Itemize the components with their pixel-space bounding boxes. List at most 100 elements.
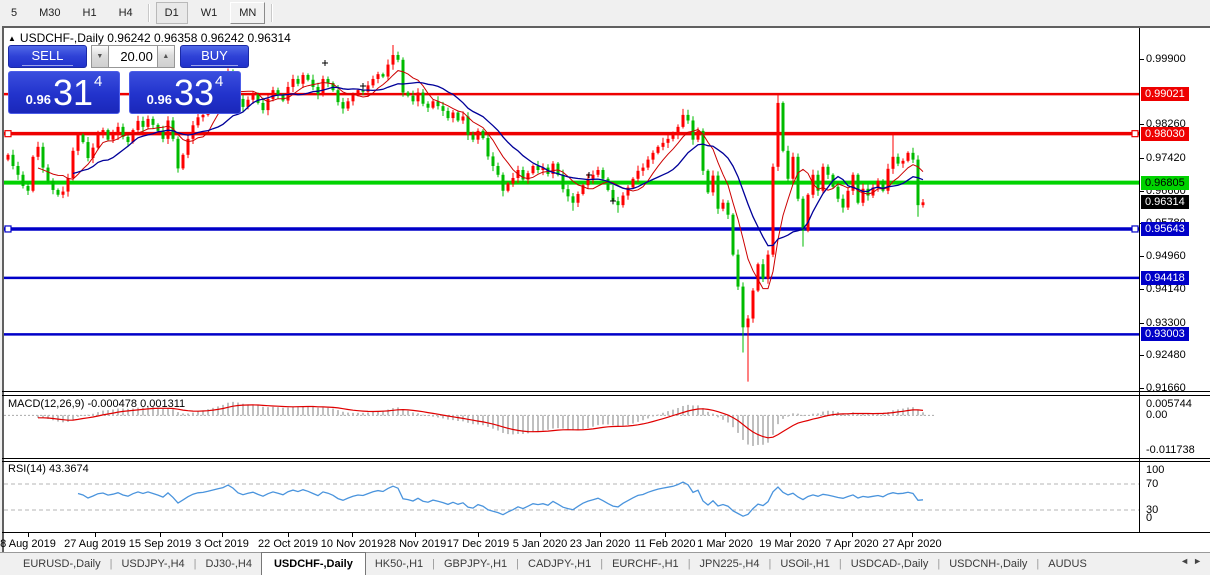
- chart-tab-cadjpy-h1[interactable]: CADJPY-,H1: [519, 553, 600, 575]
- timeframe-button-h4[interactable]: H4: [110, 2, 142, 24]
- ask-price-pip: 4: [215, 73, 223, 90]
- buy-button-label: BUY: [191, 48, 238, 66]
- buy-button[interactable]: BUY: [180, 45, 249, 68]
- price-axis-label: 0.92480: [1146, 349, 1186, 361]
- one-click-trade-panel: SELL ▼ ▲ BUY 0.96 31 4 0.96 33 4: [8, 45, 249, 114]
- timeframe-toolbar: 5M30H1H4 D1W1MN: [0, 0, 1210, 25]
- date-axis-label: 23 Jan 2020: [570, 538, 631, 550]
- price-level-badge: 0.95643: [1141, 222, 1189, 236]
- chart-tab-usoil-h1[interactable]: USOil-,H1: [771, 553, 839, 575]
- symbol-period-label: USDCHF-,Daily: [20, 31, 104, 45]
- date-axis-label: 3 Oct 2019: [195, 538, 249, 550]
- toolbar-separator: [271, 4, 273, 22]
- rsi-axis-label: 100: [1146, 464, 1164, 476]
- time-axis-line: [2, 532, 1210, 533]
- date-axis-label: 1 Mar 2020: [697, 538, 753, 550]
- toolbar-separator: [148, 4, 150, 22]
- panel-separator[interactable]: [2, 458, 1210, 459]
- date-axis-label: 22 Oct 2019: [258, 538, 318, 550]
- date-axis-label: 8 Aug 2019: [0, 538, 56, 550]
- macd-label: MACD(12,26,9) -0.000478 0.001311: [8, 398, 185, 410]
- bid-price-pip: 4: [94, 73, 102, 90]
- chart-tab-eurchf-h1[interactable]: EURCHF-,H1: [603, 553, 688, 575]
- volume-decrease-button[interactable]: ▼: [91, 45, 109, 68]
- date-axis-label: 7 Apr 2020: [825, 538, 878, 550]
- chart-tab-eurusd-daily[interactable]: EURUSD-,Daily: [14, 553, 110, 575]
- price-axis-tick: [1139, 191, 1144, 192]
- date-axis-tick: [852, 533, 853, 537]
- price-axis-tick: [1139, 158, 1144, 159]
- sell-button[interactable]: SELL: [8, 45, 87, 68]
- chart-tab-usdcad-daily[interactable]: USDCAD-,Daily: [842, 553, 938, 575]
- chart-title: ▲USDCHF-,Daily 0.96242 0.96358 0.96242 0…: [8, 31, 291, 45]
- price-axis-tick: [1139, 256, 1144, 257]
- price-axis-tick: [1139, 388, 1144, 389]
- current-price-badge: 0.96314: [1141, 195, 1189, 209]
- chart-tab-dj30-h4[interactable]: DJ30-,H4: [197, 553, 261, 575]
- chart-tab-usdcnh-daily[interactable]: USDCNH-,Daily: [940, 553, 1036, 575]
- price-axis-label: 0.99900: [1146, 53, 1186, 65]
- ohlc-open: 0.96242: [107, 31, 150, 45]
- timeframe-button-d1[interactable]: D1: [156, 2, 188, 24]
- bid-quote-button[interactable]: 0.96 31 4: [8, 71, 120, 114]
- rsi-panel-canvas[interactable]: [4, 462, 1139, 531]
- date-axis-label: 11 Feb 2020: [635, 538, 696, 550]
- price-axis-label: 0.94960: [1146, 250, 1186, 262]
- chart-tab-gbpjpy-h1[interactable]: GBPJPY-,H1: [435, 553, 516, 575]
- price-level-badge: 0.99021: [1141, 87, 1189, 101]
- tab-scroll-left-icon[interactable]: ◄: [1180, 556, 1193, 566]
- date-axis-tick: [160, 533, 161, 537]
- timeframe-button-m30[interactable]: M30: [30, 2, 69, 24]
- date-axis-tick: [790, 533, 791, 537]
- rsi-axis-label: 70: [1146, 478, 1158, 490]
- price-level-badge: 0.93003: [1141, 327, 1189, 341]
- date-axis-tick: [725, 533, 726, 537]
- price-level-badge: 0.94418: [1141, 271, 1189, 285]
- bid-price-prefix: 0.96: [26, 92, 51, 107]
- tab-scroll-arrows[interactable]: ◄►: [1180, 556, 1206, 566]
- date-axis-tick: [665, 533, 666, 537]
- timeframe-button-5[interactable]: 5: [2, 2, 26, 24]
- sell-button-label: SELL: [22, 48, 74, 66]
- ohlc-close: 0.96314: [247, 31, 290, 45]
- date-axis-tick: [912, 533, 913, 537]
- price-axis-tick: [1139, 355, 1144, 356]
- timeframe-button-h1[interactable]: H1: [74, 2, 106, 24]
- date-axis-tick: [222, 533, 223, 537]
- date-axis-tick: [540, 533, 541, 537]
- ask-price-big: 33: [174, 76, 214, 110]
- panel-separator[interactable]: [2, 395, 1210, 396]
- chart-tab-audus[interactable]: AUDUS: [1039, 553, 1096, 575]
- timeframe-button-w1[interactable]: W1: [192, 2, 227, 24]
- ask-quote-button[interactable]: 0.96 33 4: [129, 71, 241, 114]
- rsi-axis-label: 0: [1146, 512, 1152, 524]
- panel-separator[interactable]: [2, 461, 1210, 462]
- price-axis-label: 0.91660: [1146, 382, 1186, 394]
- panel-separator[interactable]: [2, 391, 1210, 392]
- macd-axis-label: 0.00: [1146, 409, 1167, 421]
- chart-tab-hk50-h1[interactable]: HK50-,H1: [366, 553, 432, 575]
- date-axis-tick: [28, 533, 29, 537]
- price-axis-tick: [1139, 124, 1144, 125]
- chart-tab-usdjpy-h4[interactable]: USDJPY-,H4: [112, 553, 193, 575]
- date-axis-label: 27 Aug 2019: [64, 538, 126, 550]
- chart-tab-usdchf-daily[interactable]: USDCHF-,Daily: [261, 552, 366, 575]
- chart-tab-jpn225-h4[interactable]: JPN225-,H4: [691, 553, 769, 575]
- price-axis-label: 0.97420: [1146, 152, 1186, 164]
- chart-tab-bar: EURUSD-,Daily|USDJPY-,H4|DJ30-,H4USDCHF-…: [0, 552, 1210, 575]
- date-axis-tick: [478, 533, 479, 537]
- rsi-label: RSI(14) 43.3674: [8, 463, 89, 475]
- volume-increase-button[interactable]: ▲: [157, 45, 175, 68]
- volume-stepper: ▼ ▲: [91, 45, 175, 68]
- price-level-badge: 0.96805: [1141, 176, 1189, 190]
- timeframe-button-mn[interactable]: MN: [230, 2, 265, 24]
- tab-scroll-right-icon[interactable]: ►: [1193, 556, 1206, 566]
- date-axis-label: 28 Nov 2019: [384, 538, 446, 550]
- volume-input[interactable]: [109, 45, 157, 68]
- price-axis-tick: [1139, 323, 1144, 324]
- collapse-triangle-icon[interactable]: ▲: [8, 34, 16, 43]
- macd-axis-label: -0.011738: [1146, 444, 1195, 456]
- ohlc-high: 0.96358: [154, 31, 197, 45]
- rsi-line: [78, 482, 923, 516]
- date-axis-tick: [95, 533, 96, 537]
